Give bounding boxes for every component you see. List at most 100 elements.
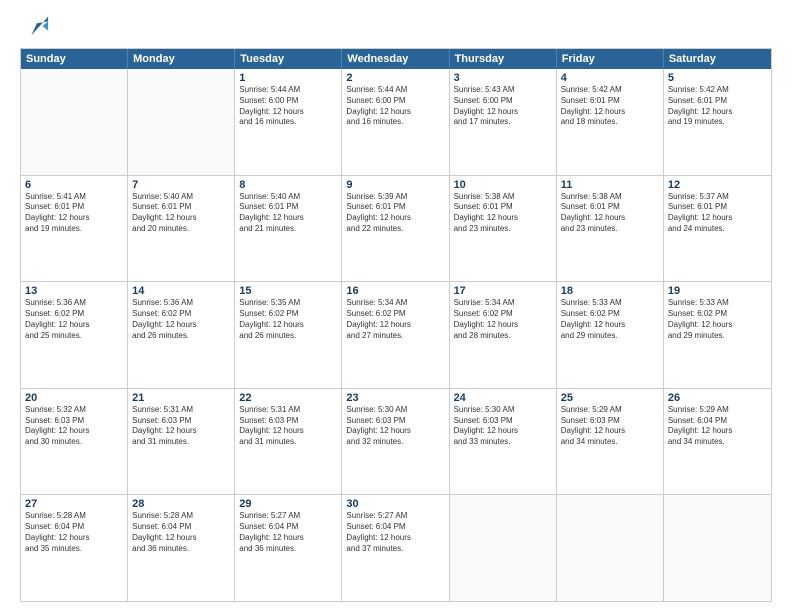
day-info: Sunrise: 5:27 AM Sunset: 6:04 PM Dayligh…	[346, 511, 444, 554]
day-info: Sunrise: 5:39 AM Sunset: 6:01 PM Dayligh…	[346, 192, 444, 235]
calendar-day-25: 25Sunrise: 5:29 AM Sunset: 6:03 PM Dayli…	[557, 389, 664, 495]
calendar-day-14: 14Sunrise: 5:36 AM Sunset: 6:02 PM Dayli…	[128, 282, 235, 388]
day-info: Sunrise: 5:28 AM Sunset: 6:04 PM Dayligh…	[132, 511, 230, 554]
header-day-saturday: Saturday	[664, 49, 771, 69]
header-day-friday: Friday	[557, 49, 664, 69]
day-info: Sunrise: 5:42 AM Sunset: 6:01 PM Dayligh…	[561, 85, 659, 128]
day-info: Sunrise: 5:44 AM Sunset: 6:00 PM Dayligh…	[346, 85, 444, 128]
day-info: Sunrise: 5:34 AM Sunset: 6:02 PM Dayligh…	[346, 298, 444, 341]
day-number: 14	[132, 285, 230, 297]
day-number: 1	[239, 72, 337, 84]
calendar-day-21: 21Sunrise: 5:31 AM Sunset: 6:03 PM Dayli…	[128, 389, 235, 495]
day-number: 8	[239, 179, 337, 191]
calendar-day-7: 7Sunrise: 5:40 AM Sunset: 6:01 PM Daylig…	[128, 176, 235, 282]
day-info: Sunrise: 5:43 AM Sunset: 6:00 PM Dayligh…	[454, 85, 552, 128]
calendar-day-23: 23Sunrise: 5:30 AM Sunset: 6:03 PM Dayli…	[342, 389, 449, 495]
calendar-day-2: 2Sunrise: 5:44 AM Sunset: 6:00 PM Daylig…	[342, 69, 449, 175]
calendar-day-13: 13Sunrise: 5:36 AM Sunset: 6:02 PM Dayli…	[21, 282, 128, 388]
calendar-row-3: 13Sunrise: 5:36 AM Sunset: 6:02 PM Dayli…	[21, 281, 771, 388]
calendar-day-30: 30Sunrise: 5:27 AM Sunset: 6:04 PM Dayli…	[342, 495, 449, 601]
day-number: 27	[25, 498, 123, 510]
day-number: 29	[239, 498, 337, 510]
day-number: 13	[25, 285, 123, 297]
day-info: Sunrise: 5:38 AM Sunset: 6:01 PM Dayligh…	[454, 192, 552, 235]
calendar-empty-cell	[557, 495, 664, 601]
day-number: 16	[346, 285, 444, 297]
calendar-day-20: 20Sunrise: 5:32 AM Sunset: 6:03 PM Dayli…	[21, 389, 128, 495]
day-info: Sunrise: 5:37 AM Sunset: 6:01 PM Dayligh…	[668, 192, 767, 235]
day-info: Sunrise: 5:28 AM Sunset: 6:04 PM Dayligh…	[25, 511, 123, 554]
calendar-day-19: 19Sunrise: 5:33 AM Sunset: 6:02 PM Dayli…	[664, 282, 771, 388]
calendar-empty-cell	[128, 69, 235, 175]
day-number: 9	[346, 179, 444, 191]
day-info: Sunrise: 5:35 AM Sunset: 6:02 PM Dayligh…	[239, 298, 337, 341]
calendar-empty-cell	[450, 495, 557, 601]
calendar-body: 1Sunrise: 5:44 AM Sunset: 6:00 PM Daylig…	[21, 69, 771, 601]
day-info: Sunrise: 5:33 AM Sunset: 6:02 PM Dayligh…	[561, 298, 659, 341]
day-number: 25	[561, 392, 659, 404]
day-info: Sunrise: 5:31 AM Sunset: 6:03 PM Dayligh…	[239, 405, 337, 448]
day-number: 11	[561, 179, 659, 191]
day-number: 17	[454, 285, 552, 297]
header-day-thursday: Thursday	[450, 49, 557, 69]
calendar-day-24: 24Sunrise: 5:30 AM Sunset: 6:03 PM Dayli…	[450, 389, 557, 495]
calendar-day-3: 3Sunrise: 5:43 AM Sunset: 6:00 PM Daylig…	[450, 69, 557, 175]
calendar-day-8: 8Sunrise: 5:40 AM Sunset: 6:01 PM Daylig…	[235, 176, 342, 282]
calendar-day-18: 18Sunrise: 5:33 AM Sunset: 6:02 PM Dayli…	[557, 282, 664, 388]
calendar-day-26: 26Sunrise: 5:29 AM Sunset: 6:04 PM Dayli…	[664, 389, 771, 495]
calendar-row-5: 27Sunrise: 5:28 AM Sunset: 6:04 PM Dayli…	[21, 494, 771, 601]
day-number: 30	[346, 498, 444, 510]
calendar-day-16: 16Sunrise: 5:34 AM Sunset: 6:02 PM Dayli…	[342, 282, 449, 388]
logo-icon	[22, 12, 50, 40]
calendar-day-15: 15Sunrise: 5:35 AM Sunset: 6:02 PM Dayli…	[235, 282, 342, 388]
day-info: Sunrise: 5:30 AM Sunset: 6:03 PM Dayligh…	[346, 405, 444, 448]
page: SundayMondayTuesdayWednesdayThursdayFrid…	[0, 0, 792, 612]
day-number: 3	[454, 72, 552, 84]
day-info: Sunrise: 5:34 AM Sunset: 6:02 PM Dayligh…	[454, 298, 552, 341]
day-number: 23	[346, 392, 444, 404]
day-info: Sunrise: 5:38 AM Sunset: 6:01 PM Dayligh…	[561, 192, 659, 235]
day-number: 10	[454, 179, 552, 191]
day-info: Sunrise: 5:42 AM Sunset: 6:01 PM Dayligh…	[668, 85, 767, 128]
day-number: 18	[561, 285, 659, 297]
day-info: Sunrise: 5:40 AM Sunset: 6:01 PM Dayligh…	[132, 192, 230, 235]
day-info: Sunrise: 5:27 AM Sunset: 6:04 PM Dayligh…	[239, 511, 337, 554]
calendar-day-9: 9Sunrise: 5:39 AM Sunset: 6:01 PM Daylig…	[342, 176, 449, 282]
calendar: SundayMondayTuesdayWednesdayThursdayFrid…	[20, 48, 772, 602]
day-info: Sunrise: 5:31 AM Sunset: 6:03 PM Dayligh…	[132, 405, 230, 448]
day-number: 7	[132, 179, 230, 191]
day-number: 5	[668, 72, 767, 84]
calendar-day-11: 11Sunrise: 5:38 AM Sunset: 6:01 PM Dayli…	[557, 176, 664, 282]
calendar-header: SundayMondayTuesdayWednesdayThursdayFrid…	[21, 49, 771, 69]
day-number: 21	[132, 392, 230, 404]
header-day-tuesday: Tuesday	[235, 49, 342, 69]
day-info: Sunrise: 5:44 AM Sunset: 6:00 PM Dayligh…	[239, 85, 337, 128]
day-info: Sunrise: 5:32 AM Sunset: 6:03 PM Dayligh…	[25, 405, 123, 448]
day-number: 19	[668, 285, 767, 297]
calendar-row-1: 1Sunrise: 5:44 AM Sunset: 6:00 PM Daylig…	[21, 69, 771, 175]
day-number: 20	[25, 392, 123, 404]
day-number: 6	[25, 179, 123, 191]
calendar-day-5: 5Sunrise: 5:42 AM Sunset: 6:01 PM Daylig…	[664, 69, 771, 175]
calendar-day-1: 1Sunrise: 5:44 AM Sunset: 6:00 PM Daylig…	[235, 69, 342, 175]
day-info: Sunrise: 5:29 AM Sunset: 6:04 PM Dayligh…	[668, 405, 767, 448]
day-info: Sunrise: 5:30 AM Sunset: 6:03 PM Dayligh…	[454, 405, 552, 448]
calendar-day-6: 6Sunrise: 5:41 AM Sunset: 6:01 PM Daylig…	[21, 176, 128, 282]
calendar-day-27: 27Sunrise: 5:28 AM Sunset: 6:04 PM Dayli…	[21, 495, 128, 601]
logo	[20, 16, 50, 40]
header-day-monday: Monday	[128, 49, 235, 69]
header	[20, 16, 772, 40]
day-info: Sunrise: 5:41 AM Sunset: 6:01 PM Dayligh…	[25, 192, 123, 235]
day-number: 4	[561, 72, 659, 84]
header-day-sunday: Sunday	[21, 49, 128, 69]
day-number: 12	[668, 179, 767, 191]
calendar-row-4: 20Sunrise: 5:32 AM Sunset: 6:03 PM Dayli…	[21, 388, 771, 495]
calendar-row-2: 6Sunrise: 5:41 AM Sunset: 6:01 PM Daylig…	[21, 175, 771, 282]
calendar-day-17: 17Sunrise: 5:34 AM Sunset: 6:02 PM Dayli…	[450, 282, 557, 388]
day-number: 24	[454, 392, 552, 404]
calendar-day-4: 4Sunrise: 5:42 AM Sunset: 6:01 PM Daylig…	[557, 69, 664, 175]
day-info: Sunrise: 5:33 AM Sunset: 6:02 PM Dayligh…	[668, 298, 767, 341]
calendar-day-10: 10Sunrise: 5:38 AM Sunset: 6:01 PM Dayli…	[450, 176, 557, 282]
header-day-wednesday: Wednesday	[342, 49, 449, 69]
calendar-day-22: 22Sunrise: 5:31 AM Sunset: 6:03 PM Dayli…	[235, 389, 342, 495]
